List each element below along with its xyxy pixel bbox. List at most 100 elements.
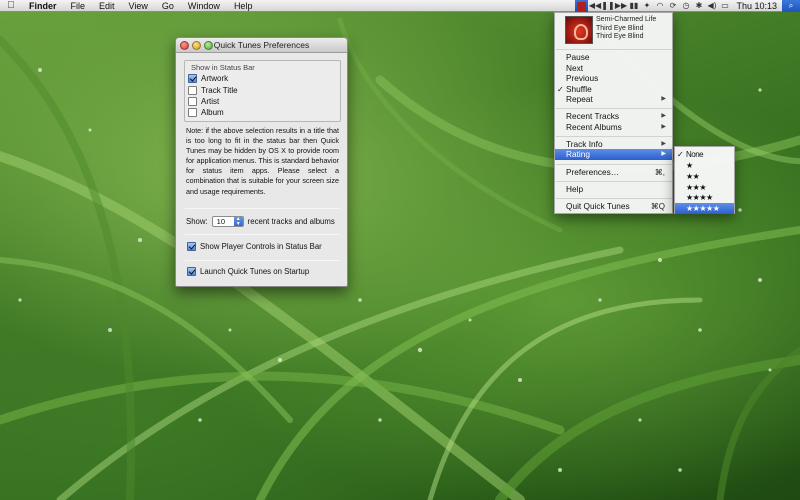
artist-option[interactable]: Artist [188,97,219,106]
menu-item-preferences[interactable]: Preferences… ⌘, [555,167,672,178]
menu-item-previous[interactable]: Previous [555,73,672,84]
minimize-button[interactable] [192,41,201,50]
divider [185,260,340,261]
time-machine-icon[interactable]: ◷ [679,0,692,12]
help-label: Help [566,184,584,194]
quick-tunes-menu: Semi-Charmed Life Third Eye Blind Third … [554,12,673,214]
recent-tracks-label: Recent Tracks [566,111,620,121]
album-option[interactable]: Album [188,108,224,117]
rating-none-label: None [686,150,704,159]
window-title: Quick Tunes Preferences [213,40,310,50]
battery-icon[interactable]: ▭ [718,0,731,12]
pause-icon[interactable]: ❚❚ [601,0,614,12]
zoom-button[interactable] [204,41,213,50]
airport-wifi-icon[interactable]: ◠ [653,0,666,12]
close-button[interactable] [180,41,189,50]
menu-bar:  Finder File Edit View Go Window Help ◀… [0,0,800,12]
menu-clock[interactable]: Thu 10:13 [731,0,782,12]
show-label: Show: [186,217,208,226]
next-track-icon[interactable]: ▶▶ [614,0,627,12]
menu-item-quit[interactable]: Quit Quick Tunes ⌘Q [555,201,672,212]
launch-on-startup-label: Launch Quick Tunes on Startup [200,267,310,276]
preferences-window: Quick Tunes Preferences Show in Status B… [175,37,348,287]
artist-label: Artist [201,97,220,106]
track-info-label: Track Info [566,139,603,149]
now-playing-track: Semi-Charmed Life [596,16,657,23]
album-checkbox[interactable] [188,108,197,117]
menu-item-recent-tracks[interactable]: Recent Tracks ▶ [555,111,672,122]
artist-checkbox[interactable] [188,97,197,106]
rating-none[interactable]: ✓ None [675,149,734,160]
now-playing-album: Third Eye Blind [596,33,644,40]
previous-label: Previous [566,73,599,83]
apple-icon[interactable]:  [0,0,22,12]
track-title-label: Track Title [201,86,238,95]
grass-blades [0,17,800,500]
menu-help[interactable]: Help [227,0,260,12]
menu-item-pause[interactable]: Pause [555,52,672,63]
menu-finder[interactable]: Finder [22,0,64,12]
preferences-note: Note: if the above selection results in … [186,126,339,196]
menu-window[interactable]: Window [181,0,227,12]
launch-on-startup-checkbox[interactable] [187,267,196,276]
shuffle-label: Shuffle [566,84,592,94]
menu-view[interactable]: View [122,0,155,12]
pause-label: Pause [566,52,590,62]
window-titlebar[interactable]: Quick Tunes Preferences [176,38,347,53]
now-playing-artist: Third Eye Blind [596,24,644,32]
artwork-checkbox[interactable] [188,74,197,83]
sync-icon[interactable]: ⟳ [666,0,679,12]
show-suffix: recent tracks and albums [247,217,335,226]
track-title-checkbox[interactable] [188,86,197,95]
album-label: Album [201,108,224,117]
recent-count-stepper[interactable]: 10 ▲ ▼ [211,216,244,227]
rating-five-stars[interactable]: ★★★★★ [675,203,734,214]
rating-two-stars-label: ★★ [686,172,700,181]
album-artwork [565,16,593,44]
volume-icon[interactable]: ◀) [705,0,718,12]
rating-one-star[interactable]: ★ [675,160,734,171]
rating-four-stars-label: ★★★★ [686,193,713,202]
menu-item-rating[interactable]: Rating ▶ [555,149,672,160]
quit-label: Quit Quick Tunes [566,201,630,211]
submenu-arrow-icon: ▶ [661,151,666,157]
status-area: ◀◀ ❚❚ ▶▶ ▮▮ ✦ ◠ ⟳ ◷ ✱ ◀) ▭ Thu 10:13 ⌕ [575,0,800,12]
menu-divider [556,49,672,50]
preferences-shortcut: ⌘, [654,168,665,177]
stepper-arrows-icon[interactable]: ▲ ▼ [233,217,243,226]
player-controls-checkbox[interactable] [187,242,196,251]
divider [185,208,340,209]
divider [185,234,340,235]
now-playing[interactable]: Semi-Charmed Life Third Eye Blind Third … [565,16,656,44]
previous-track-icon[interactable]: ◀◀ [588,0,601,12]
volume-bars-icon[interactable]: ▮▮ [627,0,640,12]
menu-divider [556,136,672,137]
rating-four-stars[interactable]: ★★★★ [675,192,734,203]
recent-count-value: 10 [216,217,226,226]
menu-divider [556,198,672,199]
artwork-option[interactable]: Artwork [188,74,228,83]
launch-on-startup-option[interactable]: Launch Quick Tunes on Startup [187,267,309,276]
submenu-arrow-icon: ▶ [661,113,666,119]
bluetooth-icon[interactable]: ✱ [692,0,705,12]
quick-tunes-icon[interactable] [575,0,589,12]
menu-divider [556,181,672,182]
rating-two-stars[interactable]: ★★ [675,171,734,182]
recent-count-row: Show: 10 ▲ ▼ recent tracks and albums [186,216,335,227]
menu-file[interactable]: File [64,0,93,12]
spotlight-icon[interactable]: ⌕ [782,0,800,12]
submenu-arrow-icon: ▶ [661,96,666,102]
menu-item-recent-albums[interactable]: Recent Albums ▶ [555,122,672,133]
track-title-option[interactable]: Track Title [188,86,238,95]
menu-go[interactable]: Go [155,0,181,12]
menu-item-repeat[interactable]: Repeat ▶ [555,94,672,105]
menu-edit[interactable]: Edit [92,0,122,12]
rating-label: Rating [566,149,590,159]
rating-three-stars-label: ★★★ [686,183,707,192]
player-controls-option[interactable]: Show Player Controls in Status Bar [187,242,322,251]
menu-item-help[interactable]: Help [555,184,672,195]
rating-five-stars-label: ★★★★★ [686,204,720,213]
quit-shortcut: ⌘Q [650,202,665,211]
dropbox-icon[interactable]: ✦ [640,0,653,12]
recent-albums-label: Recent Albums [566,122,622,132]
